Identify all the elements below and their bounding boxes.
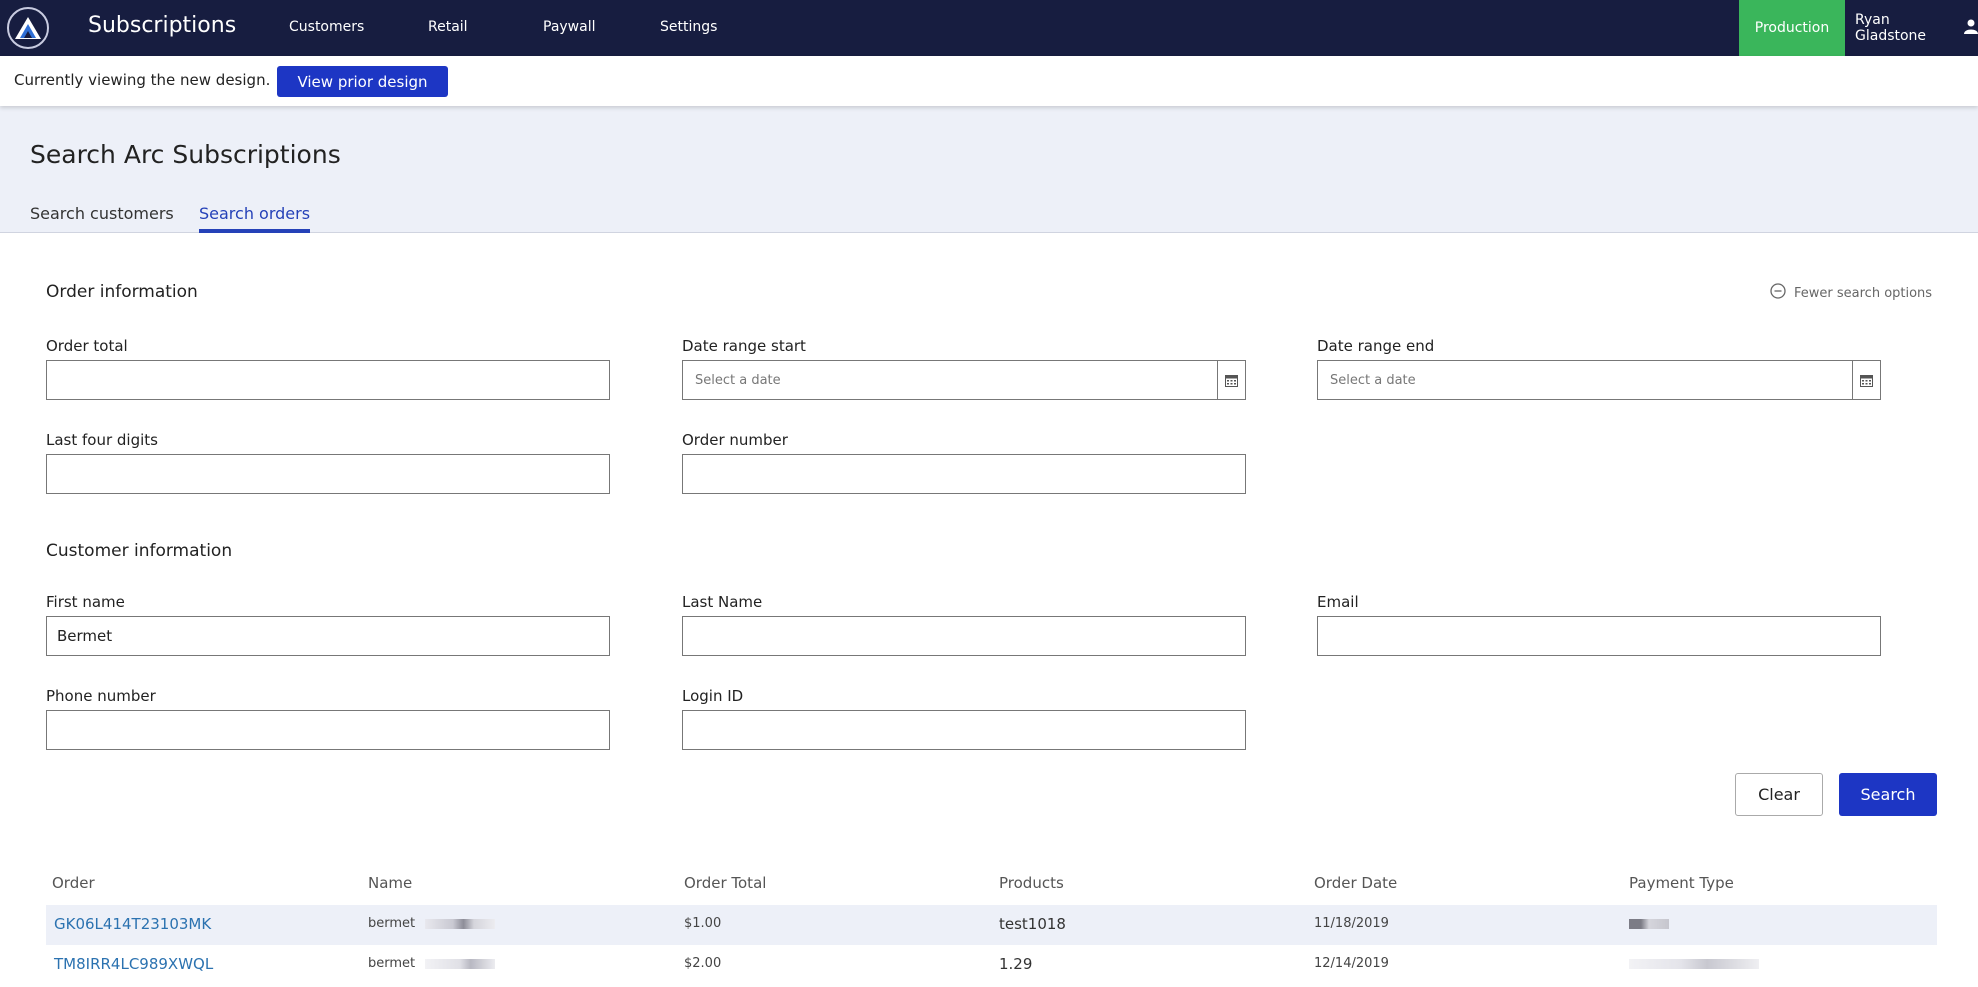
column-header-order-total[interactable]: Order Total bbox=[684, 874, 766, 892]
tab-search-orders[interactable]: Search orders bbox=[199, 204, 311, 233]
date-range-start-label: Date range start bbox=[682, 337, 806, 355]
nav-settings[interactable]: Settings bbox=[660, 19, 717, 35]
tab-search-customers[interactable]: Search customers bbox=[30, 204, 174, 233]
table-row[interactable]: TM8IRR4LC989XWQL bermet $2.00 1.29 12/14… bbox=[46, 945, 1937, 985]
order-total-label: Order total bbox=[46, 337, 128, 355]
redacted-surname bbox=[425, 918, 496, 929]
date-range-end-input[interactable] bbox=[1318, 361, 1852, 399]
order-date-cell: 12/14/2019 bbox=[1314, 956, 1389, 971]
order-number-label: Order number bbox=[682, 431, 788, 449]
fewer-search-options-toggle[interactable]: Fewer search options bbox=[1770, 283, 1932, 303]
products-cell: 1.29 bbox=[999, 955, 1033, 973]
last-four-digits-label: Last four digits bbox=[46, 431, 158, 449]
login-id-label: Login ID bbox=[682, 687, 744, 705]
arc-logo-icon[interactable] bbox=[7, 7, 49, 49]
calendar-icon[interactable] bbox=[1852, 361, 1880, 399]
redacted-payment-type bbox=[1629, 958, 1759, 969]
customer-information-title: Customer information bbox=[46, 541, 233, 561]
nav-retail[interactable]: Retail bbox=[428, 19, 468, 35]
payment-type-cell bbox=[1629, 916, 1669, 931]
clear-button[interactable]: Clear bbox=[1735, 773, 1823, 816]
order-total-cell: $2.00 bbox=[684, 956, 722, 971]
search-button[interactable]: Search bbox=[1839, 773, 1937, 816]
customer-name-cell: bermet bbox=[368, 916, 496, 931]
email-input[interactable] bbox=[1317, 616, 1881, 656]
order-total-cell: $1.00 bbox=[684, 916, 722, 931]
minus-circle-icon bbox=[1770, 283, 1786, 303]
column-header-products[interactable]: Products bbox=[999, 874, 1064, 892]
date-range-start-input[interactable] bbox=[683, 361, 1217, 399]
user-menu[interactable]: Ryan Gladstone bbox=[1847, 0, 1978, 56]
phone-number-label: Phone number bbox=[46, 687, 156, 705]
column-header-order-date[interactable]: Order Date bbox=[1314, 874, 1397, 892]
environment-badge[interactable]: Production bbox=[1739, 0, 1845, 56]
banner-text: Currently viewing the new design. bbox=[14, 71, 271, 89]
first-name-label: First name bbox=[46, 593, 125, 611]
date-range-end-label: Date range end bbox=[1317, 337, 1435, 355]
date-range-end-field bbox=[1317, 360, 1881, 400]
table-row[interactable]: GK06L414T23103MK bermet $1.00 test1018 1… bbox=[46, 905, 1937, 945]
customer-name-cell: bermet bbox=[368, 956, 496, 971]
page-header: Search Arc Subscriptions Search customer… bbox=[0, 106, 1978, 233]
calendar-icon[interactable] bbox=[1217, 361, 1245, 399]
products-cell: test1018 bbox=[999, 915, 1066, 933]
view-prior-design-button[interactable]: View prior design bbox=[277, 66, 448, 97]
customer-name: bermet bbox=[368, 956, 416, 971]
first-name-input[interactable] bbox=[46, 616, 610, 656]
nav-customers[interactable]: Customers bbox=[289, 19, 364, 35]
date-range-start-field bbox=[682, 360, 1246, 400]
user-name: Ryan Gladstone bbox=[1855, 12, 1927, 44]
column-header-order[interactable]: Order bbox=[52, 874, 95, 892]
fewer-search-options-label: Fewer search options bbox=[1794, 285, 1933, 301]
redacted-surname bbox=[425, 958, 496, 969]
design-banner: Currently viewing the new design. View p… bbox=[0, 56, 1978, 106]
last-name-label: Last Name bbox=[682, 593, 763, 611]
top-nav: Subscriptions Customers Retail Paywall S… bbox=[0, 0, 1978, 56]
order-date-cell: 11/18/2019 bbox=[1314, 916, 1389, 931]
order-information-title: Order information bbox=[46, 282, 198, 302]
user-icon bbox=[1964, 19, 1978, 38]
order-link[interactable]: GK06L414T23103MK bbox=[54, 915, 211, 933]
column-header-payment-type[interactable]: Payment Type bbox=[1629, 874, 1734, 892]
order-total-input[interactable] bbox=[46, 360, 610, 400]
customer-name: bermet bbox=[368, 916, 416, 931]
app-title: Subscriptions bbox=[88, 13, 237, 38]
login-id-input[interactable] bbox=[682, 710, 1246, 750]
nav-paywall[interactable]: Paywall bbox=[543, 19, 596, 35]
phone-number-input[interactable] bbox=[46, 710, 610, 750]
order-link[interactable]: TM8IRR4LC989XWQL bbox=[54, 955, 213, 973]
order-number-input[interactable] bbox=[682, 454, 1246, 494]
column-header-name[interactable]: Name bbox=[368, 874, 412, 892]
page-title: Search Arc Subscriptions bbox=[30, 140, 341, 169]
payment-type-cell bbox=[1629, 956, 1759, 971]
redacted-payment-type bbox=[1629, 918, 1669, 929]
last-name-input[interactable] bbox=[682, 616, 1246, 656]
last-four-digits-input[interactable] bbox=[46, 454, 610, 494]
email-label: Email bbox=[1317, 593, 1359, 611]
